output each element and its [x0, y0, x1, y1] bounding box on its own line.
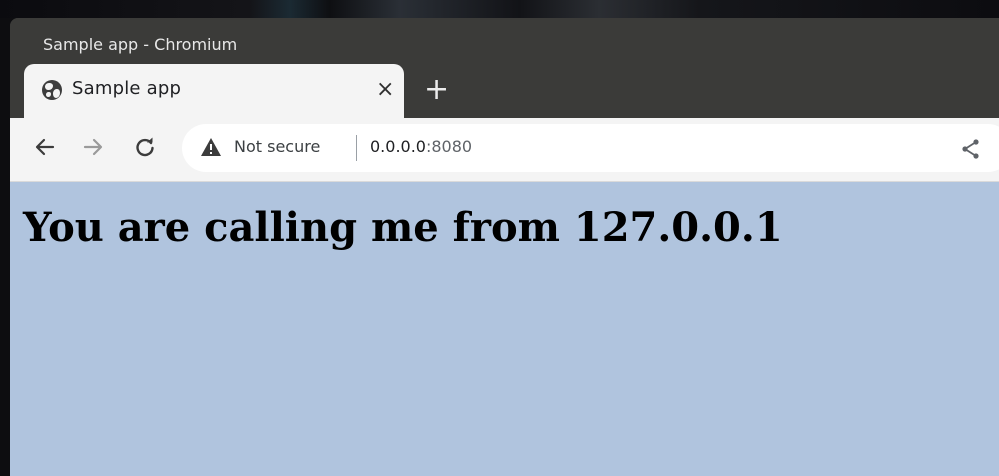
address-bar[interactable]: Not secure 0.0.0.0:8080	[182, 124, 999, 172]
tab-strip: Sample app × +	[10, 64, 999, 118]
tab-sample-app[interactable]: Sample app ×	[24, 64, 404, 118]
forward-arrow-icon[interactable]	[78, 132, 108, 162]
security-status-label[interactable]: Not secure	[234, 137, 320, 156]
tab-title: Sample app	[72, 78, 182, 99]
globe-icon	[42, 80, 62, 100]
browser-toolbar: Not secure 0.0.0.0:8080	[10, 118, 999, 182]
desktop-background	[0, 0, 999, 18]
browser-window: Sample app - Chromium Sample app × + Not…	[10, 18, 999, 476]
reload-icon[interactable]	[130, 132, 160, 162]
page-heading: You are calling me from 127.0.0.1	[23, 204, 783, 251]
share-icon[interactable]	[960, 138, 982, 164]
omnibox-divider	[356, 135, 357, 161]
window-title: Sample app - Chromium	[43, 35, 238, 54]
new-tab-icon[interactable]: +	[424, 72, 449, 107]
warning-triangle-icon[interactable]	[200, 137, 222, 161]
url-host: 0.0.0.0	[370, 137, 426, 156]
url-text[interactable]: 0.0.0.0:8080	[370, 137, 472, 156]
tab-close-icon[interactable]: ×	[376, 77, 394, 102]
back-arrow-icon[interactable]	[30, 132, 60, 162]
page-content: You are calling me from 127.0.0.1	[10, 182, 999, 476]
url-port: :8080	[425, 137, 473, 156]
window-titlebar[interactable]: Sample app - Chromium	[10, 18, 999, 64]
